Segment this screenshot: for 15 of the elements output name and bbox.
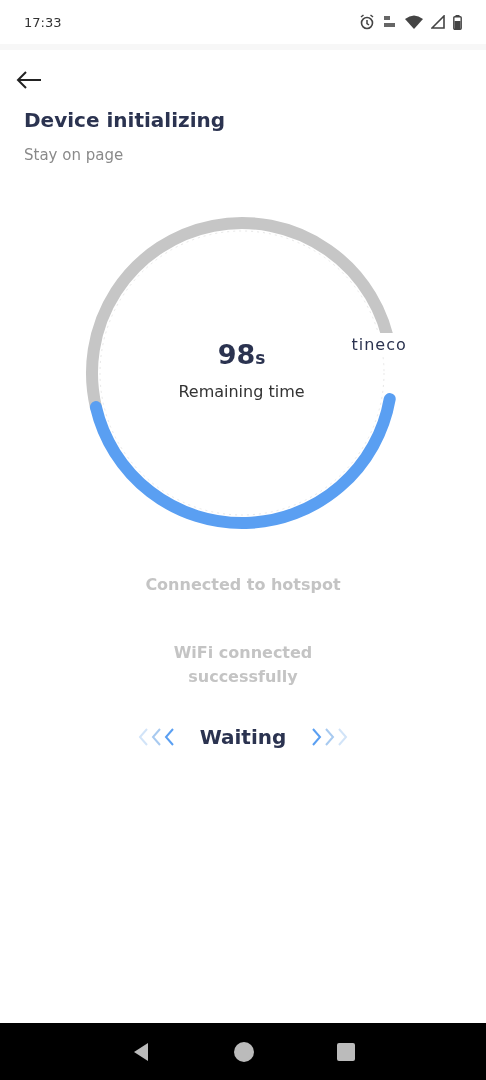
wifi-icon (405, 15, 423, 29)
countdown-value: 98s (217, 339, 266, 370)
home-nav-icon[interactable] (234, 1041, 254, 1062)
step-label: WiFi connected successfully (172, 642, 314, 688)
status-label: Waiting (199, 725, 287, 749)
status-time: 17:33 (24, 14, 62, 30)
signal-icon (431, 15, 445, 29)
step-label: Connected to hotspot (144, 574, 342, 596)
countdown-caption: Remaining time (178, 382, 305, 401)
alarm-icon (359, 14, 375, 30)
page-subtitle: Stay on page (24, 146, 125, 164)
battery-icon (453, 14, 462, 30)
page-title: Device initializing (24, 108, 227, 132)
brand-logo: tineco (351, 333, 407, 356)
recents-nav-icon[interactable] (336, 1042, 355, 1061)
